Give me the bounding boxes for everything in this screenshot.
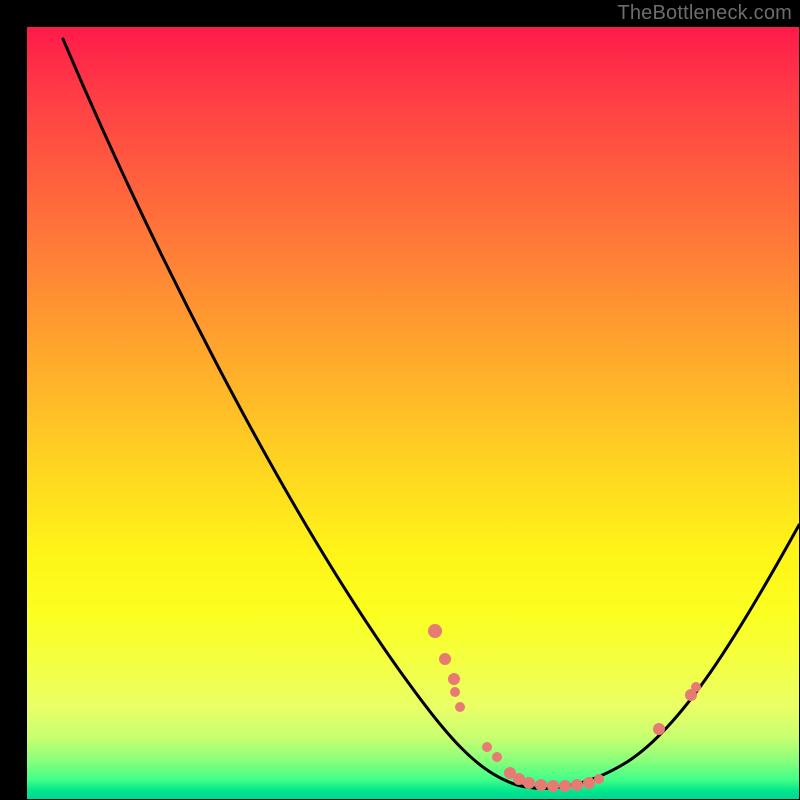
marker [482,742,492,752]
marker [547,780,559,792]
marker [535,779,547,791]
marker [571,779,583,791]
chart-svg [27,27,799,799]
marker [428,624,442,638]
marker [448,673,460,685]
marker [691,682,701,692]
marker [594,774,604,784]
marker [523,777,535,789]
bottleneck-curve [63,39,799,788]
marker [559,780,571,792]
watermark-text: TheBottleneck.com [617,2,792,25]
chart-frame [13,13,787,787]
plot-area [27,27,799,799]
marker [492,752,502,762]
markers-group [428,624,701,792]
marker [450,687,460,697]
marker [439,653,451,665]
marker [653,723,665,735]
marker [455,702,465,712]
marker [583,777,595,789]
